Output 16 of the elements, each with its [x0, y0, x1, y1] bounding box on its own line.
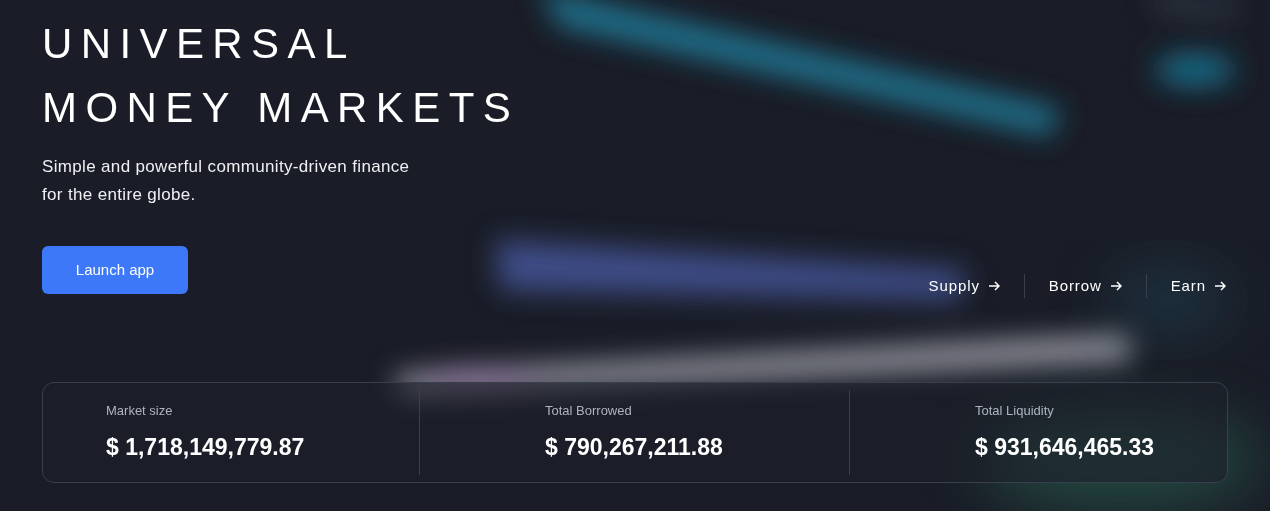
arrow-right-icon	[987, 280, 1000, 292]
stat-label: Total Liquidity	[975, 401, 1054, 420]
nav-link[interactable]: Supply	[928, 274, 1024, 298]
arrow-right-icon	[1109, 280, 1122, 292]
arrow-right-icon	[1214, 280, 1226, 292]
hero-subtitle: for the entire globe.	[42, 184, 196, 206]
hero-title: MONEY MARKETS	[42, 86, 520, 130]
stat-label: Total Borrowed	[545, 401, 632, 420]
launch-app-button[interactable]: Launch app	[42, 246, 188, 294]
stat-label: Market size	[106, 401, 173, 420]
nav-link[interactable]: Borrow	[1024, 274, 1146, 298]
stat-value: $ 1,718,149,779.87	[106, 433, 305, 462]
stat-value: $ 790,267,211.88	[545, 433, 723, 462]
hero-title: UNIVERSAL	[42, 22, 356, 66]
hero-subtitle: Simple and powerful community-driven finance	[42, 156, 410, 178]
stat-value: $ 931,646,465.33	[975, 433, 1155, 462]
